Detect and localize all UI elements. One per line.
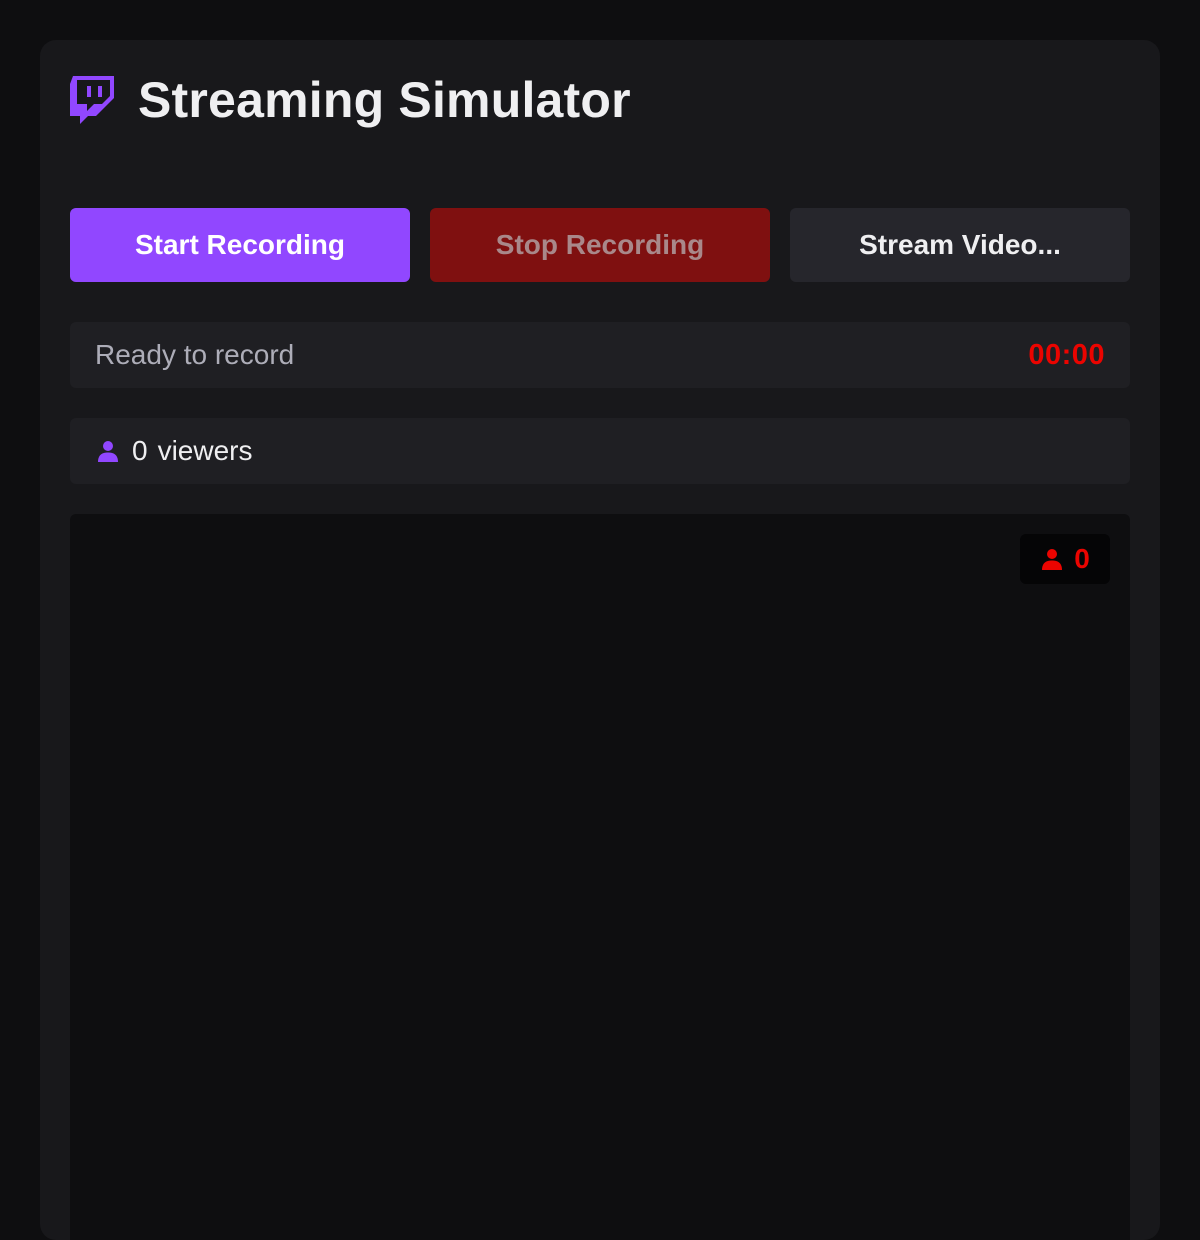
start-recording-button[interactable]: Start Recording — [70, 208, 410, 282]
recording-controls: Start Recording Stop Recording Stream Vi… — [70, 208, 1130, 282]
main-panel: Streaming Simulator Start Recording Stop… — [40, 40, 1160, 1240]
stop-recording-button[interactable]: Stop Recording — [430, 208, 770, 282]
live-viewer-count: 0 — [1074, 543, 1090, 574]
twitch-logo-icon — [70, 74, 118, 126]
user-icon — [1040, 547, 1064, 571]
page-title: Streaming Simulator — [138, 72, 631, 128]
status-bar: Ready to record 00:00 — [70, 322, 1130, 388]
status-text: Ready to record — [95, 339, 295, 370]
video-preview: 0 — [70, 514, 1130, 1240]
viewer-bar: 0 viewers — [70, 418, 1130, 484]
live-viewer-badge: 0 — [1020, 534, 1110, 584]
stream-video-button[interactable]: Stream Video... — [790, 208, 1130, 282]
viewer-count: 0 — [132, 435, 148, 466]
user-icon — [96, 439, 120, 463]
viewer-label: viewers — [157, 435, 253, 466]
header: Streaming Simulator — [70, 72, 631, 128]
recording-timer: 00:00 — [1028, 338, 1105, 371]
